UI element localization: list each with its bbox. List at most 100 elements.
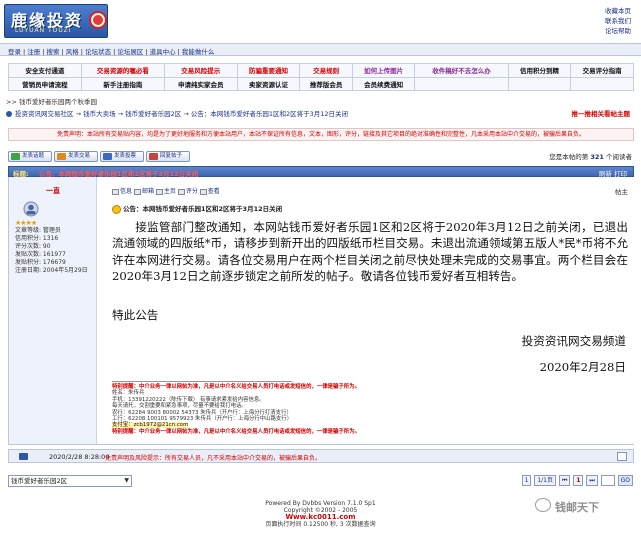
- top-links: 收藏本页 联系我们 论坛帮助: [605, 6, 631, 36]
- first-page-icon[interactable]: ⏮: [558, 475, 571, 486]
- info-icon: [112, 188, 119, 195]
- disclaimer-banner: 免责声明：本站所有交易贴内容，均是为了更好地服务和方便本站用户，本站不保证所有信…: [8, 128, 634, 141]
- mail-link[interactable]: 邮箱: [142, 188, 154, 195]
- wechat-icon: [535, 498, 551, 512]
- user-signature: 特别提醒：中介业务一律以网帖为准，凡是以中介名义给交易人员打电话或发短信的，一律…: [112, 384, 628, 435]
- author-posts: 发贴次数: 161977: [15, 251, 66, 258]
- site-logo[interactable]: 鹿缘投资 LUYUAN TOUZI: [4, 4, 108, 38]
- signature-divider: [112, 381, 292, 382]
- page-input[interactable]: [600, 475, 615, 486]
- logo-seal-icon: [89, 11, 107, 29]
- nav-tools[interactable]: 道具中心: [150, 48, 176, 56]
- new-poll-label: 发表投票: [114, 153, 137, 159]
- last-page-icon[interactable]: ⏭: [586, 475, 598, 486]
- grid-receipt-help[interactable]: 收件稿好不去怎么办: [414, 63, 509, 78]
- author-points: 发贴积分: 176679: [15, 259, 66, 266]
- mail-icon: [133, 188, 141, 195]
- nav-status[interactable]: 论坛状态: [85, 48, 111, 56]
- logo-subtitle: LUYUAN TOUZI: [15, 27, 72, 34]
- rate-link[interactable]: 评分: [186, 188, 198, 195]
- grid-seller-verify[interactable]: 卖家资源认证: [236, 76, 301, 91]
- grid-empty-cell: [507, 76, 572, 91]
- pager-info: 1/1页: [534, 475, 557, 486]
- go-button[interactable]: GO: [617, 475, 633, 486]
- function-grid: 安全支付通道 交易资源的嘱必看 交易风险提示 防骗重要通知 交易规则 如何上传图…: [8, 63, 634, 91]
- nav-register[interactable]: 注册: [27, 48, 40, 56]
- rank-stars-icon: ★★★★: [15, 219, 37, 227]
- new-topic-button[interactable]: 发表话题: [8, 151, 52, 162]
- back-to-top-icon[interactable]: [617, 452, 627, 461]
- exec-time: 页面执行时间 0.12500 秒, 3 次数据查询: [265, 521, 376, 528]
- nav-showcase[interactable]: 论坛展区: [117, 48, 143, 56]
- bookmark-link[interactable]: 收藏本页: [605, 6, 631, 16]
- post-footer-note: 免责声明及风险提示：所有交易人员，凡不采用本站中介交易的，被骗后果自负。: [105, 455, 322, 462]
- author-ratings: 评分次数: 90: [15, 243, 51, 250]
- grid-safe-pay[interactable]: 安全支付通道: [8, 63, 82, 78]
- grid-renewal-notice[interactable]: 会员续费通知: [351, 76, 416, 91]
- post-icon: [19, 453, 28, 460]
- post-signature-org: 投资资讯网交易频道: [521, 334, 626, 348]
- reply-icon: [149, 153, 158, 160]
- contact-link[interactable]: 联系我们: [605, 16, 631, 26]
- reader-count: 321: [590, 153, 604, 161]
- home-icon: [155, 188, 163, 195]
- post-main-text: 接监管部门整改通知，本网站钱币爱好者乐园1区和2区将于2020年3月12日之前关…: [112, 220, 628, 284]
- post-toolbar: 发表话题 发表交易 发表投票 回复帖子 您是本帖的第 321 个阅读者: [8, 151, 634, 163]
- info-link[interactable]: 信息: [120, 188, 132, 195]
- grid-upload-image[interactable]: 如何上传图片: [351, 63, 416, 78]
- nav-style[interactable]: 风格: [66, 48, 79, 56]
- related-topics-link[interactable]: 推一推相关看帖主题: [572, 108, 631, 118]
- author-column: 一直 ★★★★ 文章等级: 管理员 信用积分: 1316 评分次数: 90 发贴…: [9, 177, 97, 444]
- reply-button[interactable]: 回复帖子: [146, 151, 190, 162]
- forum-jump-select[interactable]: 钱币爱好者乐园2区 ▼: [8, 475, 132, 487]
- grid-register-guide[interactable]: 新手注册指南: [80, 76, 165, 91]
- grid-seller-apply[interactable]: 营销员申请流程: [8, 76, 82, 91]
- breadcrumb-icon: [6, 111, 12, 117]
- grid-rating-guide[interactable]: 交易评分指南: [570, 63, 634, 78]
- forum-path-header[interactable]: >> 钱币爱好者乐园两个秋季园: [6, 96, 97, 106]
- new-trade-button[interactable]: 发表交易: [54, 151, 98, 162]
- view-link[interactable]: 查看: [208, 188, 220, 195]
- reader-prefix: 您是本帖的第: [549, 153, 589, 161]
- grid-trade-must-read[interactable]: 交易资源的嘱必看: [80, 63, 165, 78]
- author-register-date: 注册日期: 2004年5月29日: [15, 267, 88, 274]
- new-trade-icon: [57, 153, 66, 160]
- nav-search[interactable]: 搜索: [47, 48, 60, 56]
- post-time: 2020/2/28 8:28:00: [49, 453, 110, 461]
- grid-empty-cell: [414, 76, 509, 91]
- chevron-down-icon: ▼: [124, 477, 129, 484]
- avatar-icon: [23, 201, 39, 217]
- new-poll-icon: [103, 153, 112, 160]
- reader-suffix: 个阅读者: [606, 153, 632, 161]
- help-link[interactable]: 论坛帮助: [605, 26, 631, 36]
- author-credit: 信用积分: 1316: [15, 235, 59, 242]
- grid-trade-rules[interactable]: 交易规则: [299, 63, 353, 78]
- post-footer: 2020/2/28 8:28:00 免责声明及风险提示：所有交易人员，凡不采用本…: [8, 449, 634, 463]
- post-signature-date: 2020年2月28日: [539, 360, 626, 374]
- nav-what-can-i-do[interactable]: 我能做什么: [182, 48, 215, 56]
- new-poll-button[interactable]: 发表投票: [100, 151, 144, 162]
- breadcrumb-trail[interactable]: 投资资讯网交易社区 → 钱币大卖场 → 钱币爱好者乐园2区 → 公告：本网钱币爱…: [15, 110, 348, 118]
- reply-label: 回复帖子: [160, 153, 183, 159]
- watermark-text: 钱邮天下: [555, 501, 599, 514]
- home-link[interactable]: 主页: [164, 188, 176, 195]
- grid-risk-tip[interactable]: 交易风险提示: [163, 63, 238, 78]
- grid-anti-fraud[interactable]: 防骗重要通知: [236, 63, 301, 78]
- post-title-bar: 标题: 公告：本网钱币爱好者乐园1区和2区将于3月12日关闭 刷新 打印: [8, 166, 634, 178]
- grid-member-apply[interactable]: 申请纯实家会员: [163, 76, 238, 91]
- signature-payment: 支付宝：zcb1972@21cn.com: [112, 422, 189, 429]
- grid-recommend-member[interactable]: 推荐版会员: [299, 76, 353, 91]
- author-level: 文章等级: 管理员: [15, 227, 61, 234]
- grid-empty-cell: [570, 76, 634, 91]
- author-name[interactable]: 一直: [9, 186, 97, 196]
- post-special-note: 特此公告: [112, 308, 159, 322]
- nav-login[interactable]: 登录: [8, 48, 21, 56]
- watermark: 钱邮天下: [535, 495, 635, 517]
- breadcrumb: 投资资讯网交易社区 → 钱币大卖场 → 钱币爱好者乐园2区 → 公告：本网钱币爱…: [6, 108, 634, 119]
- new-topic-icon: [11, 153, 20, 160]
- grid-credit-score[interactable]: 信用积分到精: [507, 63, 572, 78]
- current-page[interactable]: 1: [573, 475, 584, 486]
- subject-text: 公告：本网钱币爱好者乐园1区和2区将于3月12日关闭: [123, 205, 283, 213]
- view-icon: [199, 188, 207, 195]
- post-tools: 信息 邮箱 主页 评分 查看: [112, 186, 220, 195]
